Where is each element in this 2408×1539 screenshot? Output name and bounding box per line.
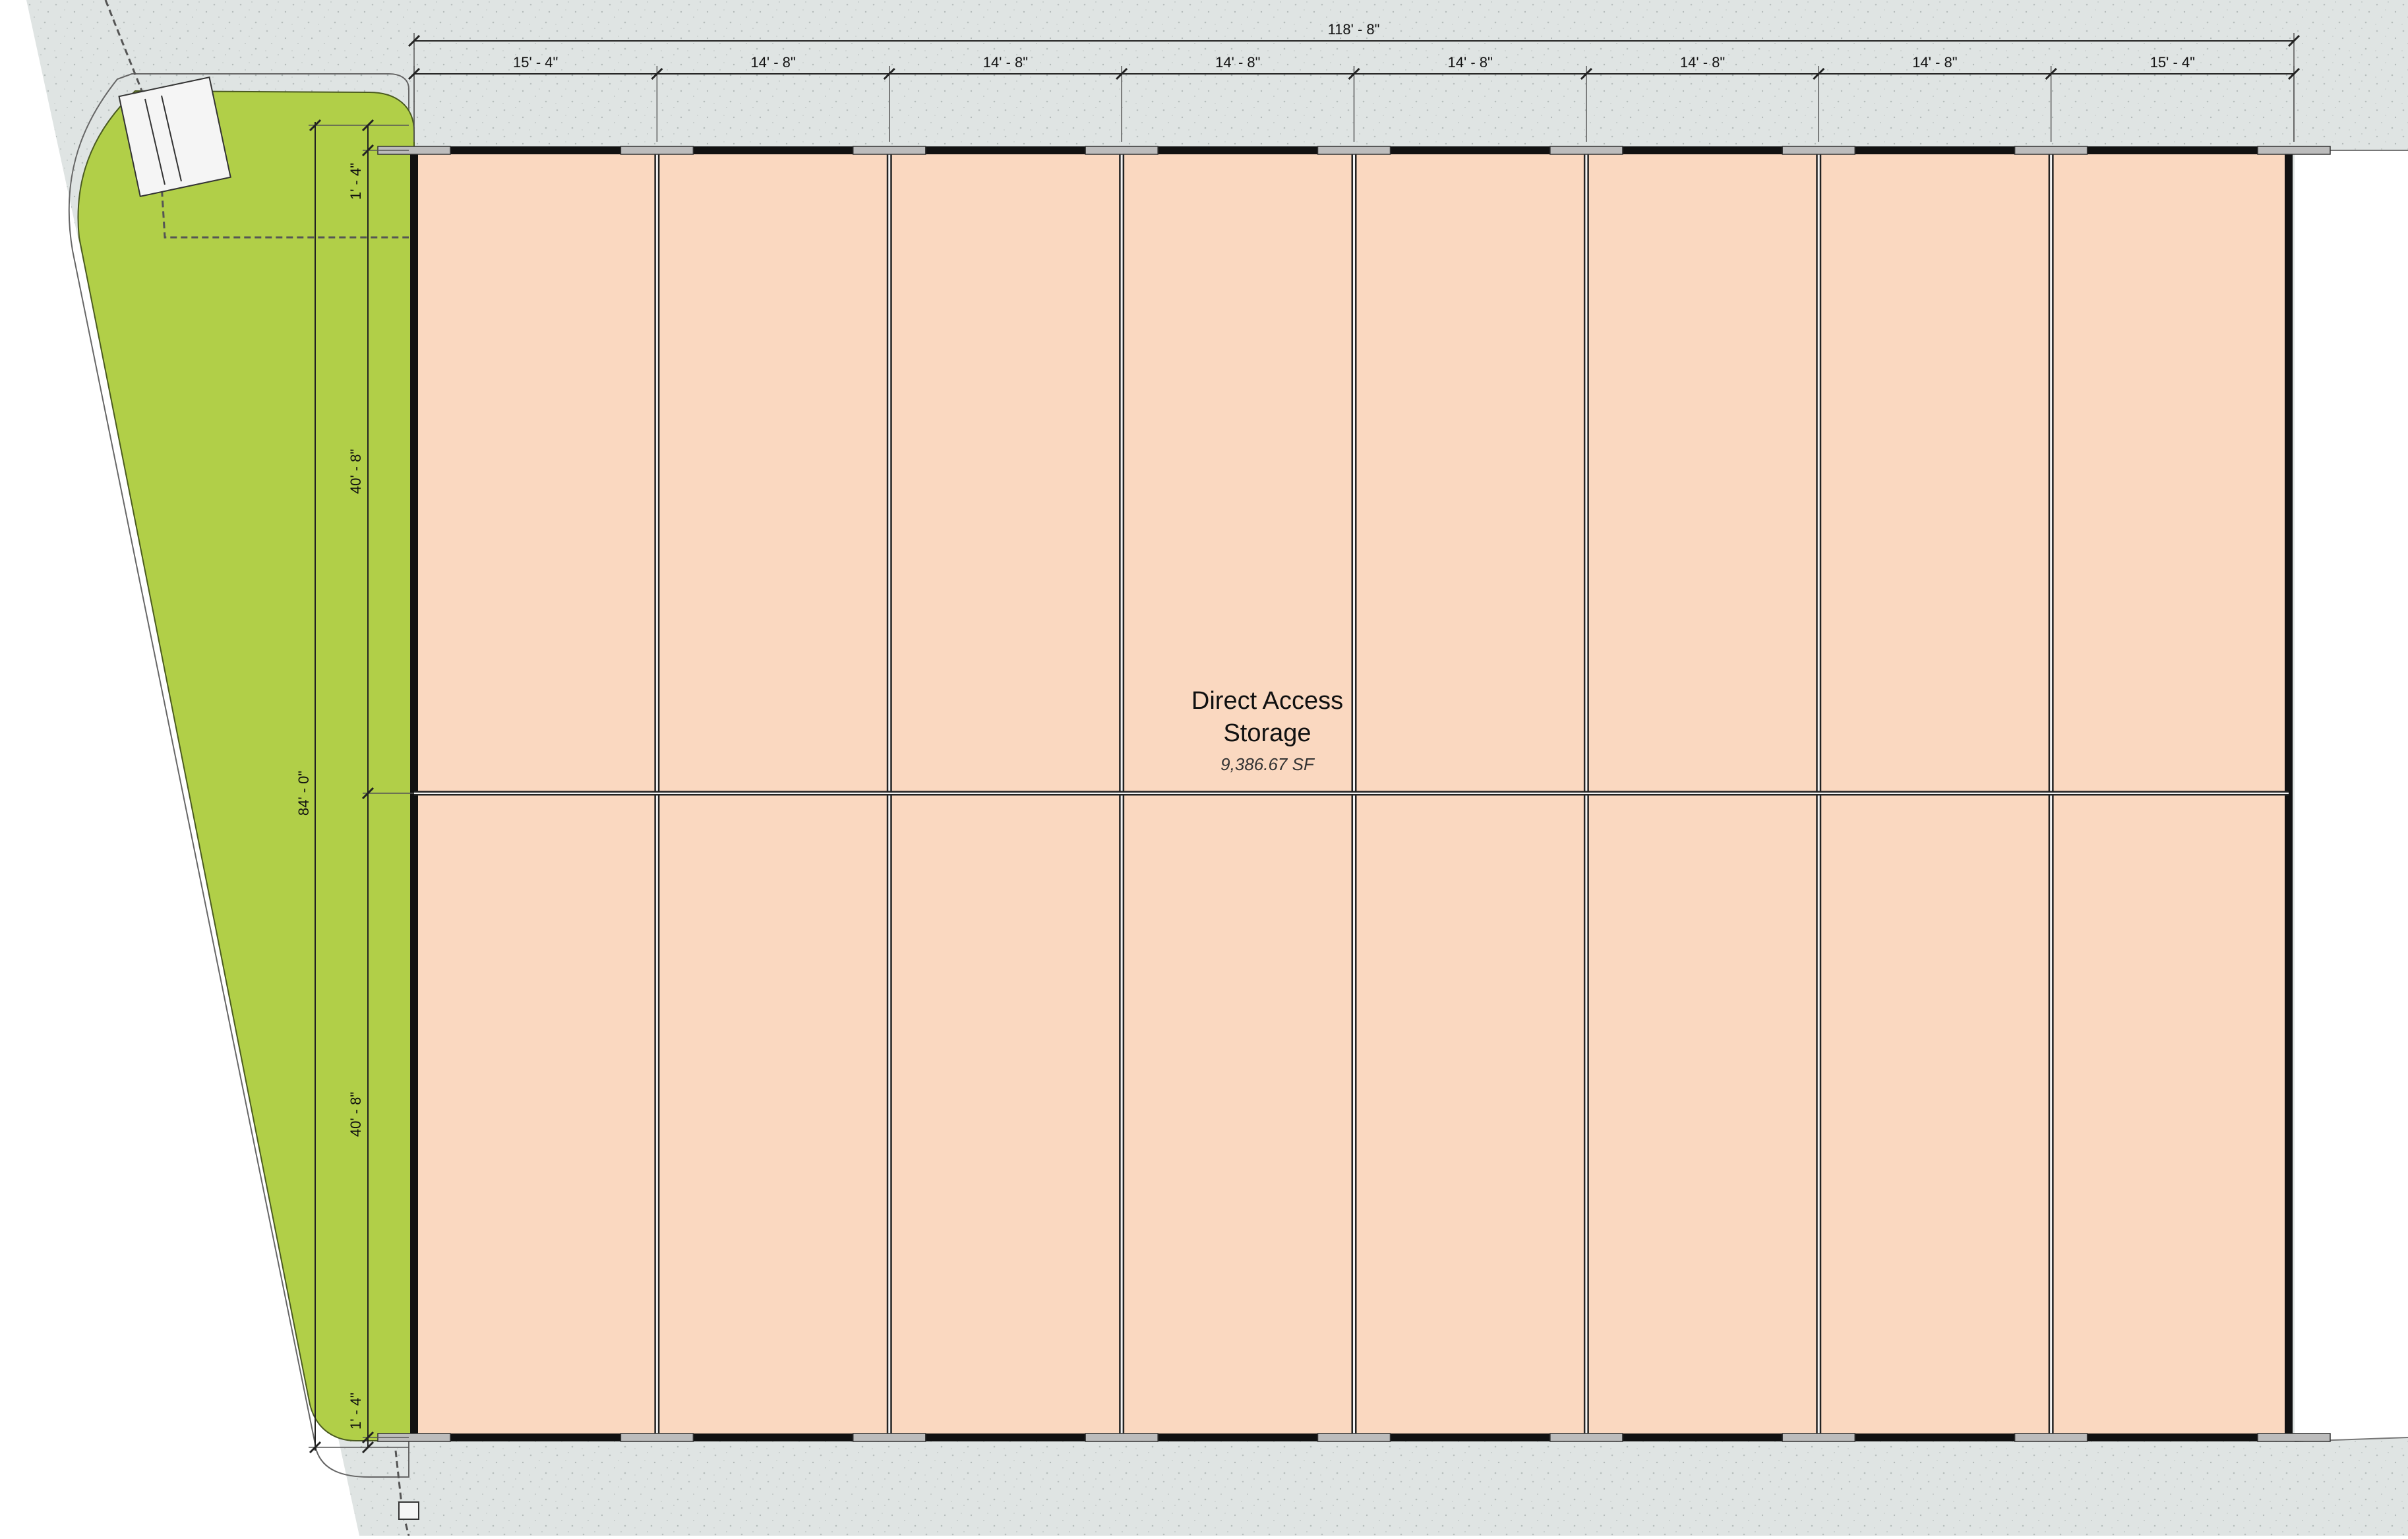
column-plate [620,146,694,155]
column-plate [2257,1433,2331,1442]
bay-dimension-label: 14' - 8" [1912,54,1957,71]
column-plate [1085,146,1159,155]
bay-dimension-label: 14' - 8" [1448,54,1493,71]
column-plate [853,1433,926,1442]
room-name-line2: Storage [1223,719,1311,747]
bay-dimension-label: 14' - 8" [750,54,795,71]
overall-depth-label: 84' - 0" [295,771,312,816]
column-plate [1317,146,1391,155]
column-plate [1317,1433,1391,1442]
column-plate [620,1433,694,1442]
off-site-area-right [2295,150,2408,1441]
overall-width-label: 118' - 8" [1328,21,1380,38]
floor-plan-drawing: 118' - 8" 15' - 4" 14' - 8" 14' - 8" 14' - … [0,0,2408,1536]
column-plate [2257,146,2331,155]
column-plate [1782,1433,1855,1442]
column-plate [1085,1433,1159,1442]
upper-half-label: 40' - 8" [347,449,364,494]
gate-icon [398,1501,419,1520]
column-plate [853,146,926,155]
column-plate [2014,146,2088,155]
bay-dimension-label: 14' - 8" [1215,54,1260,71]
site-plan: 118' - 8" 15' - 4" 14' - 8" 14' - 8" 14' - … [0,0,2408,1536]
column-plate [1550,1433,1623,1442]
column-plate [1550,146,1623,155]
bay-dimension-label: 15' - 4" [513,54,558,71]
column-plate [1782,146,1855,155]
bay-dimension-label: 15' - 4" [2150,54,2195,71]
column-plate [2014,1433,2088,1442]
room-name-line1: Direct Access [1191,687,1343,715]
bay-dimension-label: 14' - 8" [983,54,1028,71]
lower-half-label: 40' - 8" [347,1092,364,1137]
bay-dimension-label: 14' - 8" [1680,54,1725,71]
top-offset-label: 1' - 4" [347,163,364,200]
room-area-label: 9,386.67 SF [1220,754,1315,774]
bottom-offset-label: 1' - 4" [347,1393,364,1430]
